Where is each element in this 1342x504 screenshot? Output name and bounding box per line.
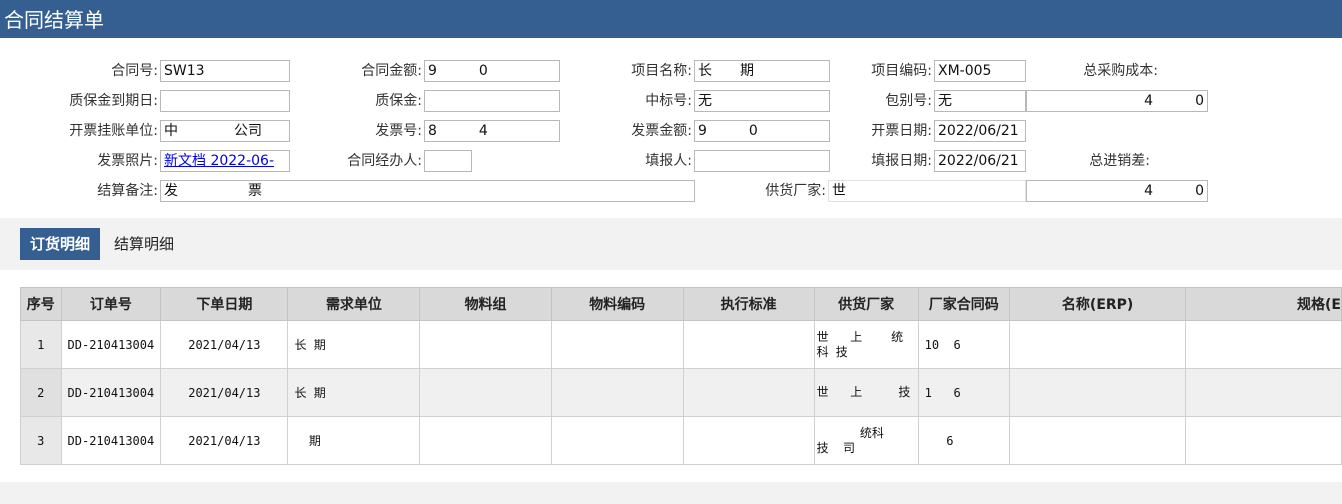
deposit-label: 质保金:: [375, 93, 422, 109]
standard-cell: [682, 320, 815, 369]
erp-name-cell: [1008, 320, 1187, 369]
total-purchase-cost-label: 总采购成本:: [1083, 63, 1158, 79]
col-header-material-code[interactable]: 物料编码: [550, 287, 684, 321]
col-header-demand-unit[interactable]: 需求单位: [287, 287, 421, 321]
grid-footer: [0, 482, 1342, 504]
order-no-cell: DD-210413004: [60, 416, 162, 465]
table-row[interactable]: 3 DD-210413004 2021/04/13 期 统科 技 司 6: [20, 416, 1342, 465]
order-no-cell: DD-210413004: [60, 320, 162, 369]
invoice-unit-field[interactable]: 中 公司: [160, 120, 290, 142]
erp-spec-cell: [1185, 320, 1342, 369]
contract-amount-value: 9 0: [428, 63, 488, 79]
invoice-amount-field[interactable]: 9 0: [694, 120, 830, 142]
supplier-field[interactable]: 世: [828, 180, 1026, 202]
project-name-label: 项目名称:: [631, 63, 692, 79]
order-no-cell: DD-210413004: [60, 368, 162, 417]
erp-spec-cell: [1185, 368, 1342, 417]
material-code-cell: [550, 368, 684, 417]
col-header-order-no[interactable]: 订单号: [60, 287, 162, 321]
standard-cell: [682, 416, 815, 465]
col-header-standard[interactable]: 执行标准: [682, 287, 815, 321]
demand-unit-cell: 长 期: [287, 368, 421, 417]
filler-label: 填报人:: [645, 153, 692, 169]
total-margin-label: 总进销差:: [1089, 153, 1150, 169]
invoice-no-field[interactable]: 8 4: [424, 120, 560, 142]
supplier-cell: 世 上 技: [813, 368, 919, 417]
filler-field[interactable]: [694, 150, 830, 172]
factory-code-cell: 10 6: [917, 320, 1010, 369]
package-no-label: 包别号:: [885, 93, 932, 109]
col-header-supplier[interactable]: 供货厂家: [813, 287, 919, 321]
material-group-cell: [419, 368, 552, 417]
invoice-amount-label: 发票金额:: [631, 123, 692, 139]
project-code-label: 项目编码:: [871, 63, 932, 79]
invoice-date-field[interactable]: 2022/06/21: [934, 120, 1026, 142]
invoice-photo-link[interactable]: 新文档 2022-06-: [164, 153, 274, 169]
order-grid-panel: 序号 订单号 下单日期 需求单位 物料组 物料编码 执行标准 供货厂家 厂家合同…: [0, 270, 1342, 504]
erp-name-cell: [1008, 416, 1187, 465]
demand-unit-cell: 长 期: [287, 320, 421, 369]
row-index: 1: [20, 320, 62, 369]
table-row[interactable]: 1 DD-210413004 2021/04/13 长 期 世 上 统科 技 1…: [20, 320, 1342, 369]
supplier-cell: 世 上 统科 技: [813, 320, 919, 369]
factory-code-cell: 1 6: [917, 368, 1010, 417]
total-margin-field[interactable]: 4 0: [1026, 180, 1208, 202]
deposit-field[interactable]: [424, 90, 560, 112]
invoice-unit-label: 开票挂账单位:: [69, 123, 158, 139]
tab-bar: 订货明细 结算明细: [0, 218, 1342, 270]
bid-no-label: 中标号:: [645, 93, 692, 109]
settlement-form: 合同号: SW13 合同金额: 9 0 项目名称: 长 期 项目编码: XM-0…: [0, 38, 1342, 218]
standard-cell: [682, 368, 815, 417]
total-purchase-cost-field[interactable]: 4 0: [1026, 90, 1208, 112]
fill-date-label: 填报日期:: [871, 153, 932, 169]
table-row[interactable]: 2 DD-210413004 2021/04/13 长 期 世 上 技 1 6: [20, 368, 1342, 417]
contract-handler-label: 合同经办人:: [347, 153, 422, 169]
contract-no-field[interactable]: SW13: [160, 60, 290, 82]
order-date-cell: 2021/04/13: [160, 320, 289, 369]
package-no-field[interactable]: 无: [934, 90, 1026, 112]
supplier-cell: 统科 技 司: [813, 416, 919, 465]
material-group-cell: [419, 320, 552, 369]
demand-unit-cell: 期: [287, 416, 421, 465]
order-date-cell: 2021/04/13: [160, 368, 289, 417]
col-header-index[interactable]: 序号: [20, 287, 62, 321]
invoice-date-label: 开票日期:: [871, 123, 932, 139]
tab-settlement-detail[interactable]: 结算明细: [104, 228, 184, 260]
material-code-cell: [550, 320, 684, 369]
erp-spec-cell: [1185, 416, 1342, 465]
page-title: 合同结算单: [0, 0, 1342, 38]
col-header-erp-name[interactable]: 名称(ERP): [1008, 287, 1187, 321]
contract-handler-field[interactable]: [424, 150, 472, 172]
col-header-material-group[interactable]: 物料组: [419, 287, 552, 321]
col-header-factory-contract-code[interactable]: 厂家合同码: [917, 287, 1010, 321]
row-index: 3: [20, 416, 62, 465]
supplier-label: 供货厂家:: [765, 183, 826, 199]
deposit-due-date-field[interactable]: [160, 90, 290, 112]
order-grid: 序号 订单号 下单日期 需求单位 物料组 物料编码 执行标准 供货厂家 厂家合同…: [20, 287, 1342, 465]
contract-amount-label: 合同金额:: [361, 63, 422, 79]
settlement-note-label: 结算备注:: [97, 183, 158, 199]
contract-amount-field[interactable]: 9 0: [424, 60, 560, 82]
material-code-cell: [550, 416, 684, 465]
fill-date-field[interactable]: 2022/06/21: [934, 150, 1026, 172]
erp-name-cell: [1008, 368, 1187, 417]
grid-header-row: 序号 订单号 下单日期 需求单位 物料组 物料编码 执行标准 供货厂家 厂家合同…: [20, 287, 1342, 321]
invoice-photo-field: 新文档 2022-06-: [160, 150, 290, 172]
contract-no-label: 合同号:: [111, 63, 158, 79]
invoice-photo-label: 发票照片:: [97, 153, 158, 169]
tab-order-detail[interactable]: 订货明细: [20, 228, 101, 260]
order-date-cell: 2021/04/13: [160, 416, 289, 465]
settlement-note-field[interactable]: 发 票: [160, 180, 695, 202]
project-name-field[interactable]: 长 期: [694, 60, 830, 82]
project-code-field[interactable]: XM-005: [934, 60, 1026, 82]
bid-no-field[interactable]: 无: [694, 90, 830, 112]
invoice-no-label: 发票号:: [375, 123, 422, 139]
material-group-cell: [419, 416, 552, 465]
deposit-due-date-label: 质保金到期日:: [69, 93, 158, 109]
col-header-order-date[interactable]: 下单日期: [160, 287, 289, 321]
factory-code-cell: 6: [917, 416, 1010, 465]
col-header-erp-spec[interactable]: 规格(E: [1185, 287, 1342, 321]
row-index: 2: [20, 368, 62, 417]
